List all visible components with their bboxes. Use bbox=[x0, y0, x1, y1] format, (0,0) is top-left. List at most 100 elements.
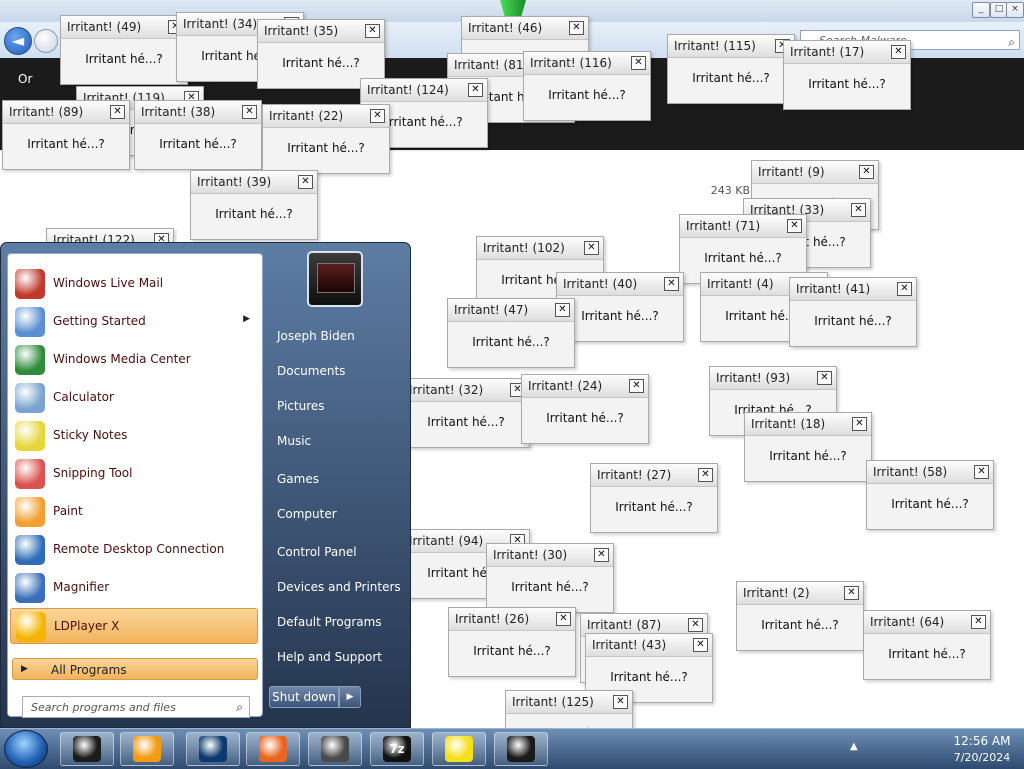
close-icon[interactable]: ✕ bbox=[468, 83, 483, 97]
start-menu-place[interactable]: Music bbox=[269, 426, 403, 456]
close-icon[interactable]: ✕ bbox=[851, 203, 866, 217]
dialog-titlebar[interactable]: Irritant! (17) ✕ bbox=[784, 41, 910, 64]
close-button[interactable]: × bbox=[1006, 2, 1024, 18]
irritant-dialog[interactable]: Irritant! (17) ✕ Irritant hé...? bbox=[783, 40, 911, 110]
close-icon[interactable]: ✕ bbox=[629, 379, 644, 393]
dialog-titlebar[interactable]: Irritant! (9) ✕ bbox=[752, 161, 878, 184]
clock-time[interactable]: 12:56 AM bbox=[944, 734, 1020, 748]
dialog-titlebar[interactable]: Irritant! (40) ✕ bbox=[557, 273, 683, 296]
user-avatar[interactable] bbox=[307, 251, 363, 307]
dialog-titlebar[interactable]: Irritant! (18) ✕ bbox=[745, 413, 871, 436]
dialog-titlebar[interactable]: Irritant! (24) ✕ bbox=[522, 375, 648, 398]
forward-button[interactable] bbox=[34, 29, 58, 53]
taskbar-firefox[interactable] bbox=[246, 732, 300, 766]
close-icon[interactable]: ✕ bbox=[971, 615, 986, 629]
irritant-dialog[interactable]: Irritant! (38) ✕ Irritant hé...? bbox=[134, 100, 262, 170]
irritant-dialog[interactable]: Irritant! (41) ✕ Irritant hé...? bbox=[789, 277, 917, 347]
dialog-titlebar[interactable]: Irritant! (93) ✕ bbox=[710, 367, 836, 390]
dialog-titlebar[interactable]: Irritant! (89) ✕ bbox=[3, 101, 129, 124]
dialog-titlebar[interactable]: Irritant! (39) ✕ bbox=[191, 171, 317, 194]
close-icon[interactable]: ✕ bbox=[613, 695, 628, 709]
start-menu-place[interactable]: Games bbox=[269, 464, 403, 494]
close-icon[interactable]: ✕ bbox=[688, 618, 703, 632]
irritant-dialog[interactable]: Irritant! (116) ✕ Irritant hé...? bbox=[523, 51, 651, 121]
close-icon[interactable]: ✕ bbox=[693, 638, 708, 652]
dialog-titlebar[interactable]: Irritant! (46) ✕ bbox=[462, 17, 588, 40]
close-icon[interactable]: ✕ bbox=[584, 241, 599, 255]
close-icon[interactable]: ✕ bbox=[891, 45, 906, 59]
dialog-titlebar[interactable]: Irritant! (71) ✕ bbox=[680, 215, 806, 238]
irritant-dialog[interactable]: Irritant! (32) ✕ Irritant hé...? bbox=[402, 378, 530, 448]
dialog-titlebar[interactable]: Irritant! (124) ✕ bbox=[361, 79, 487, 102]
minimize-button[interactable]: _ bbox=[972, 2, 990, 18]
dialog-titlebar[interactable]: Irritant! (32) ✕ bbox=[403, 379, 529, 402]
start-menu-place[interactable]: Documents bbox=[269, 356, 403, 386]
close-icon[interactable]: ✕ bbox=[974, 465, 989, 479]
show-hidden-icons-icon[interactable]: ▲ bbox=[850, 741, 858, 752]
close-icon[interactable]: ✕ bbox=[569, 21, 584, 35]
start-menu-item[interactable]: Remote Desktop Connection bbox=[10, 532, 258, 568]
start-menu-item[interactable]: Calculator bbox=[10, 380, 258, 416]
irritant-dialog[interactable]: Irritant! (24) ✕ Irritant hé...? bbox=[521, 374, 649, 444]
irritant-dialog[interactable]: Irritant! (30) ✕ Irritant hé...? bbox=[486, 543, 614, 613]
start-menu-place[interactable]: Help and Support bbox=[269, 642, 403, 672]
close-icon[interactable]: ✕ bbox=[555, 303, 570, 317]
taskbar-windows[interactable] bbox=[308, 732, 362, 766]
search-icon[interactable]: ⌕ bbox=[236, 700, 243, 715]
close-icon[interactable]: ✕ bbox=[787, 219, 802, 233]
irritant-dialog[interactable]: Irritant! (58) ✕ Irritant hé...? bbox=[866, 460, 994, 530]
close-icon[interactable]: ✕ bbox=[664, 277, 679, 291]
start-menu-place[interactable]: Computer bbox=[269, 499, 403, 529]
start-menu-place[interactable]: Control Panel bbox=[269, 537, 403, 567]
taskbar-monitor[interactable] bbox=[494, 732, 548, 766]
close-icon[interactable]: ✕ bbox=[556, 612, 571, 626]
dialog-titlebar[interactable]: Irritant! (43) ✕ bbox=[586, 634, 712, 657]
dialog-titlebar[interactable]: Irritant! (58) ✕ bbox=[867, 461, 993, 484]
close-icon[interactable]: ✕ bbox=[844, 586, 859, 600]
taskbar-smiley[interactable] bbox=[432, 732, 486, 766]
start-menu-place[interactable]: Devices and Printers bbox=[269, 572, 403, 602]
irritant-dialog[interactable]: Irritant! (47) ✕ Irritant hé...? bbox=[447, 298, 575, 368]
close-icon[interactable]: ✕ bbox=[698, 468, 713, 482]
irritant-dialog[interactable]: Irritant! (40) ✕ Irritant hé...? bbox=[556, 272, 684, 342]
close-icon[interactable]: ✕ bbox=[298, 175, 313, 189]
dialog-titlebar[interactable]: Irritant! (26) ✕ bbox=[449, 608, 575, 631]
irritant-dialog[interactable]: Irritant! (27) ✕ Irritant hé...? bbox=[590, 463, 718, 533]
close-icon[interactable]: ✕ bbox=[817, 371, 832, 385]
close-icon[interactable]: ✕ bbox=[852, 417, 867, 431]
shutdown-button[interactable]: Shut down bbox=[269, 686, 339, 708]
dialog-titlebar[interactable]: Irritant! (38) ✕ bbox=[135, 101, 261, 124]
start-menu-item[interactable]: Magnifier bbox=[10, 570, 258, 606]
search-icon[interactable]: ⌕ bbox=[1008, 32, 1015, 52]
dialog-titlebar[interactable]: Irritant! (30) ✕ bbox=[487, 544, 613, 567]
start-menu-item[interactable]: Windows Live Mail bbox=[10, 266, 258, 302]
irritant-dialog[interactable]: Irritant! (22) ✕ Irritant hé...? bbox=[262, 104, 390, 174]
start-menu-place[interactable]: Pictures bbox=[269, 391, 403, 421]
close-icon[interactable]: ✕ bbox=[897, 282, 912, 296]
close-icon[interactable]: ✕ bbox=[594, 548, 609, 562]
dialog-titlebar[interactable]: Irritant! (47) ✕ bbox=[448, 299, 574, 322]
irritant-dialog[interactable]: Irritant! (89) ✕ Irritant hé...? bbox=[2, 100, 130, 170]
taskbar-globe[interactable] bbox=[186, 732, 240, 766]
start-menu-item[interactable]: Getting Started ▶ bbox=[10, 304, 258, 340]
close-icon[interactable]: ✕ bbox=[365, 24, 380, 38]
dialog-titlebar[interactable]: Irritant! (115)✕ bbox=[668, 35, 794, 58]
taskbar-box-app[interactable] bbox=[60, 732, 114, 766]
start-menu-item[interactable]: Sticky Notes bbox=[10, 418, 258, 454]
shutdown-options-button[interactable]: ▶ bbox=[339, 686, 361, 708]
dialog-titlebar[interactable]: Irritant! (22) ✕ bbox=[263, 105, 389, 128]
close-icon[interactable]: ✕ bbox=[859, 165, 874, 179]
irritant-dialog[interactable]: Irritant! (64) ✕ Irritant hé...? bbox=[863, 610, 991, 680]
dialog-titlebar[interactable]: Irritant! (41) ✕ bbox=[790, 278, 916, 301]
dialog-titlebar[interactable]: Irritant! (2) ✕ bbox=[737, 582, 863, 605]
close-icon[interactable]: ✕ bbox=[370, 109, 385, 123]
irritant-dialog[interactable]: Irritant! (49)✕ Irritant hé...? bbox=[60, 15, 188, 85]
start-menu-item[interactable]: Paint bbox=[10, 494, 258, 530]
irritant-dialog[interactable]: Irritant! (18) ✕ Irritant hé...? bbox=[744, 412, 872, 482]
start-menu-item[interactable]: Windows Media Center bbox=[10, 342, 258, 378]
dialog-titlebar[interactable]: Irritant! (27) ✕ bbox=[591, 464, 717, 487]
back-button[interactable]: ◄ bbox=[4, 27, 32, 55]
close-icon[interactable]: ✕ bbox=[242, 105, 257, 119]
all-programs-button[interactable]: ▶ All Programs bbox=[12, 658, 258, 680]
taskbar-7zip[interactable]: 7z bbox=[370, 732, 424, 766]
